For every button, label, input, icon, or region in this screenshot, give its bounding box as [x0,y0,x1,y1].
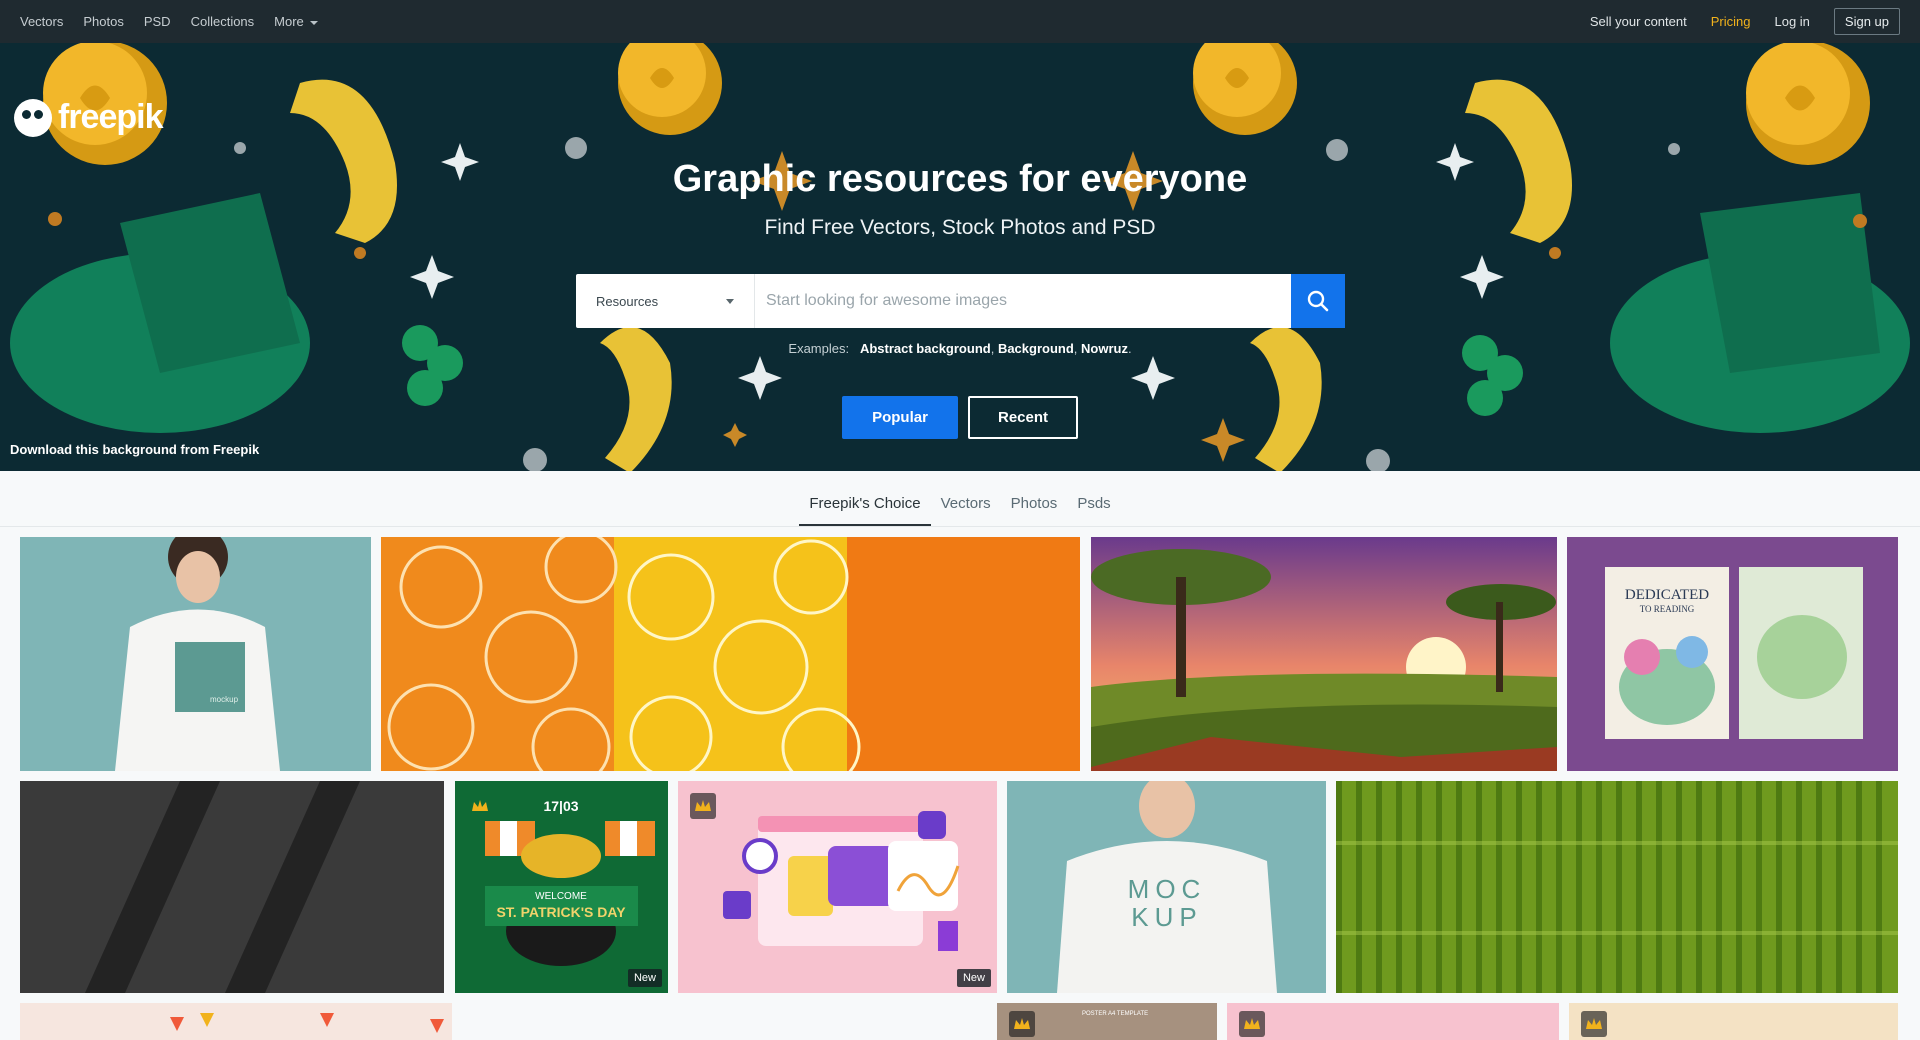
nav-photos[interactable]: Photos [83,14,123,29]
flyer-date: 17|03 [543,798,578,814]
poster-template-label: POSTER A4 TEMPLATE [1082,1011,1149,1017]
search-examples: Examples: Abstract background, Backgroun… [788,341,1132,356]
search-icon [1307,290,1329,312]
nav-psd[interactable]: PSD [144,14,171,29]
search-bar: Resources [576,274,1345,328]
nav-account: Sell your content Pricing Log in Sign up [1590,0,1900,43]
party-bunting-tile[interactable] [20,1003,452,1040]
mockup-text-line-2: KUP [1131,902,1202,932]
pricing-link[interactable]: Pricing [1711,14,1751,29]
search-button[interactable] [1291,274,1345,328]
content-tabs: Freepik's Choice Vectors Photos Psds [0,471,1920,527]
nav-links: Vectors Photos PSD Collections More [20,0,318,43]
hero-buttons: Popular Recent [842,396,1078,439]
resource-type-value: Resources [596,293,659,309]
logo-text: freepik [58,98,163,136]
book-cover-tile[interactable]: DEDICATED TO READING [1567,537,1898,771]
example-link[interactable]: Background [998,341,1074,356]
mockup-text-line-1: MOC [1128,874,1207,904]
example-link[interactable]: Abstract background [860,341,991,356]
nav-more[interactable]: More [274,14,318,29]
signup-button[interactable]: Sign up [1833,8,1900,35]
sell-content-link[interactable]: Sell your content [1590,14,1687,29]
background-credit-link[interactable]: Download this background from Freepik [10,442,259,457]
tab-freepiks-choice[interactable]: Freepik's Choice [799,471,931,526]
nav-more-label: More [274,14,304,29]
tshirt-mockup-2-tile[interactable]: MOC KUP [1007,781,1326,993]
party-bunting-image [170,1013,444,1033]
book-title: DEDICATED [1625,587,1709,603]
citrus-texture-image [381,537,1080,771]
popular-button[interactable]: Popular [842,396,958,439]
tab-vectors[interactable]: Vectors [931,471,1001,526]
crown-icon [690,793,716,819]
crown-icon [1581,1011,1607,1037]
top-navbar: Vectors Photos PSD Collections More Sell… [0,0,1920,43]
freepik-logo-icon [14,98,52,137]
hero-banner: freepik Graphic resources for everyone F… [0,43,1920,471]
crown-icon [1239,1011,1265,1037]
tshirt-mockup-image: mockup [115,537,280,771]
examples-label: Examples: [788,341,850,356]
pink-illustration-tile[interactable] [1227,1003,1559,1040]
hero-title: Graphic resources for everyone [672,158,1248,200]
login-link[interactable]: Log in [1774,14,1809,29]
savanna-landscape-image [1091,537,1557,771]
tshirt-mockup-tile[interactable]: mockup [20,537,371,771]
recent-button[interactable]: Recent [968,396,1078,439]
new-badge: New [627,969,662,987]
tab-psds[interactable]: Psds [1067,471,1120,526]
chevron-down-icon [726,298,734,304]
flyer-title: ST. PATRICK'S DAY [496,904,626,920]
tire-tracks-tile[interactable] [20,781,444,993]
dashboard-illustration-image [723,811,960,951]
crown-icon [467,793,493,819]
golden-ornament-tile[interactable] [1569,1003,1898,1040]
book-cover-image: DEDICATED TO READING [1605,567,1863,739]
hero-subtitle: Find Free Vectors, Stock Photos and PSD [764,216,1156,239]
example-link[interactable]: Nowruz [1081,341,1128,356]
citrus-texture-tile[interactable] [381,537,1080,771]
crown-icon [1009,1011,1035,1037]
st-patricks-flyer-tile[interactable]: 17|03 WELCOME ST. PATRICK'S DAY New [455,781,668,993]
dashboard-illustration-tile[interactable]: New [678,781,997,993]
book-subtitle: TO READING [1640,604,1695,614]
chevron-down-icon [309,20,318,25]
new-badge: New [956,969,991,987]
poster-template-tile[interactable]: POSTER A4 TEMPLATE [997,1003,1217,1040]
search-input[interactable] [755,274,1291,328]
bamboo-texture-tile[interactable] [1336,781,1898,993]
tab-photos[interactable]: Photos [1001,471,1068,526]
nav-collections[interactable]: Collections [191,14,255,29]
resource-type-select[interactable]: Resources [576,274,755,328]
tshirt-mockup-2-image: MOC KUP [1057,781,1277,993]
tire-tracks-image [85,781,360,993]
flyer-welcome: WELCOME [535,891,587,902]
tshirt-print-label: mockup [210,695,239,704]
savanna-landscape-tile[interactable] [1091,537,1557,771]
freepik-logo[interactable]: freepik [14,98,163,137]
bamboo-texture-image [1336,781,1898,993]
nav-vectors[interactable]: Vectors [20,14,63,29]
